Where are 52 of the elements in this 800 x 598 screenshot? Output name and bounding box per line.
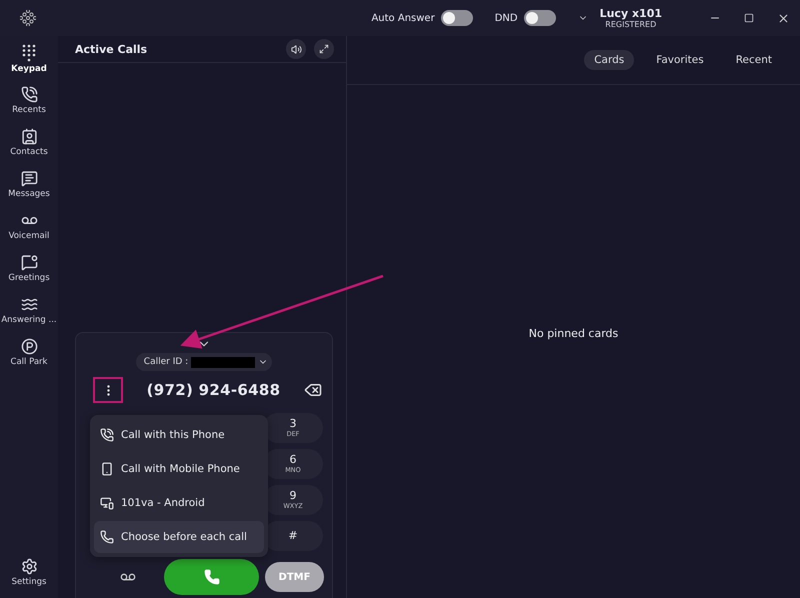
sidebar-item[interactable]: Answering ... (0, 294, 58, 336)
sidebar-item[interactable]: Call Park (0, 336, 58, 378)
phone-icon (204, 569, 220, 585)
sidebar-item[interactable]: Recents (0, 84, 58, 126)
maximize-icon (744, 13, 754, 23)
contact-book-icon (20, 128, 38, 145)
settings-icon (20, 558, 38, 575)
logo-icon (20, 10, 36, 26)
tab[interactable]: Favorites (646, 50, 714, 70)
sidebar-item[interactable]: Voicemail (0, 210, 58, 252)
auto-answer-label: Auto Answer (371, 12, 435, 24)
expand-icon (319, 44, 329, 54)
sidebar-item[interactable]: Keypad (0, 42, 58, 84)
sidebar-item[interactable]: Contacts (0, 126, 58, 168)
smartphone-icon (100, 462, 114, 476)
menu-item[interactable]: Call with this Phone (94, 419, 264, 451)
expand-button[interactable] (314, 39, 334, 59)
menu-item[interactable]: 101va - Android (94, 487, 264, 519)
parking-icon (20, 338, 38, 355)
panel-title: Active Calls (75, 42, 148, 56)
call-button[interactable] (164, 559, 259, 595)
close-icon (776, 12, 790, 24)
kebab-icon (106, 384, 110, 396)
redaction-bar (191, 356, 256, 368)
dialed-number: (972) 924-6488 (146, 381, 282, 399)
speech-bubble-icon (20, 254, 38, 271)
speaker-button[interactable] (286, 39, 306, 59)
menu-item[interactable]: Call with Mobile Phone (94, 453, 264, 485)
backspace-icon (304, 381, 322, 399)
menu-item[interactable]: Choose before each call (94, 521, 264, 553)
tab[interactable]: Recent (726, 50, 782, 70)
phone-icon (20, 86, 38, 103)
registration-status: REGISTERED (605, 20, 656, 29)
speaker-icon (290, 44, 302, 54)
message-icon (20, 170, 38, 187)
phone-icon (100, 428, 114, 442)
caller-id-selector[interactable]: Caller ID : (136, 353, 272, 371)
auto-answer-toggle[interactable] (440, 10, 473, 26)
keypad-icon (21, 44, 37, 62)
empty-message: No pinned cards (528, 327, 618, 340)
dnd-toggle[interactable] (524, 10, 556, 26)
sidebar-item[interactable]: Messages (0, 168, 58, 210)
tab[interactable]: Cards (584, 50, 634, 70)
more-button[interactable] (93, 377, 123, 403)
waves-icon (20, 296, 38, 313)
backspace-button[interactable] (304, 381, 322, 399)
dnd-label: DND (494, 12, 518, 24)
phone-icon (100, 530, 114, 544)
sidebar-item[interactable]: Greetings (0, 252, 58, 294)
settings-item[interactable]: Settings (0, 556, 58, 598)
user-name: Lucy x101 (600, 7, 662, 20)
devices-icon (100, 496, 114, 510)
